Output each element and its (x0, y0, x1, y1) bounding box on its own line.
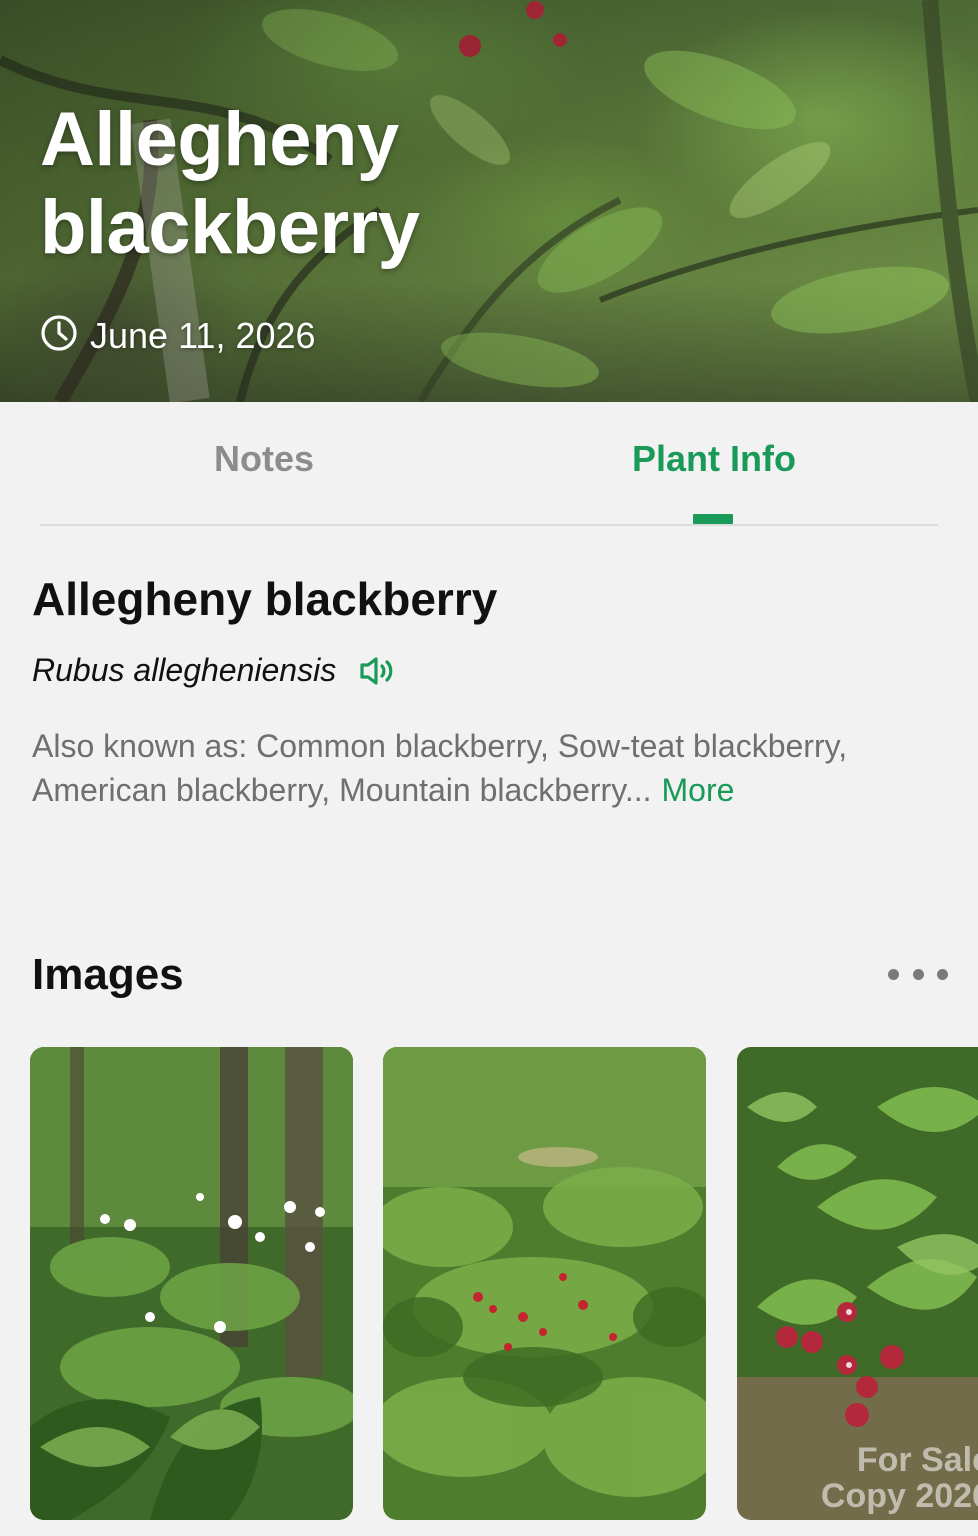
watermark-line-2: Copy 2026 (820, 1477, 978, 1515)
tab-notes[interactable]: Notes (114, 438, 414, 486)
hero-date-row: June 11, 2026 (40, 314, 316, 358)
tab-plant-info[interactable]: Plant Info (564, 438, 864, 486)
hero-title: Allegheny blackberry (40, 97, 420, 270)
plant-scientific-name: Rubus allegheniensis (32, 652, 337, 688)
also-known-as: Also known as: Common blackberry, Sow-te… (32, 724, 932, 812)
clock-icon (40, 315, 78, 355)
scientific-name-row: Rubus allegheniensis (32, 652, 398, 689)
images-section-title: Images (32, 950, 184, 999)
hero-photo: Allegheny blackberry June 11, 2026 (0, 0, 978, 402)
speaker-icon[interactable] (358, 654, 398, 688)
more-link[interactable]: More (662, 772, 735, 808)
active-tab-indicator (693, 514, 733, 524)
plant-detail-screen: Allegheny blackberry June 11, 2026 Notes… (0, 0, 978, 1536)
plant-image-3[interactable]: For Sale Copy 2026 (737, 1047, 978, 1520)
tab-bar: Notes Plant Info (0, 402, 978, 526)
plant-common-name: Allegheny blackberry (32, 573, 498, 625)
more-horizontal-icon[interactable] (888, 962, 948, 986)
forest-flowers-photo (30, 1047, 353, 1520)
hero-date-text: June 11, 2026 (90, 315, 316, 356)
dot (888, 968, 899, 980)
dot (937, 968, 948, 980)
tab-divider (40, 524, 938, 526)
watermark-line-1: For Sale (856, 1441, 978, 1479)
plant-image-1[interactable] (30, 1047, 353, 1520)
plant-image-2[interactable] (383, 1047, 706, 1520)
berry-bush-photo (383, 1047, 706, 1520)
watermark: For Sale Copy 2026 (821, 1442, 978, 1514)
dot (912, 968, 924, 980)
